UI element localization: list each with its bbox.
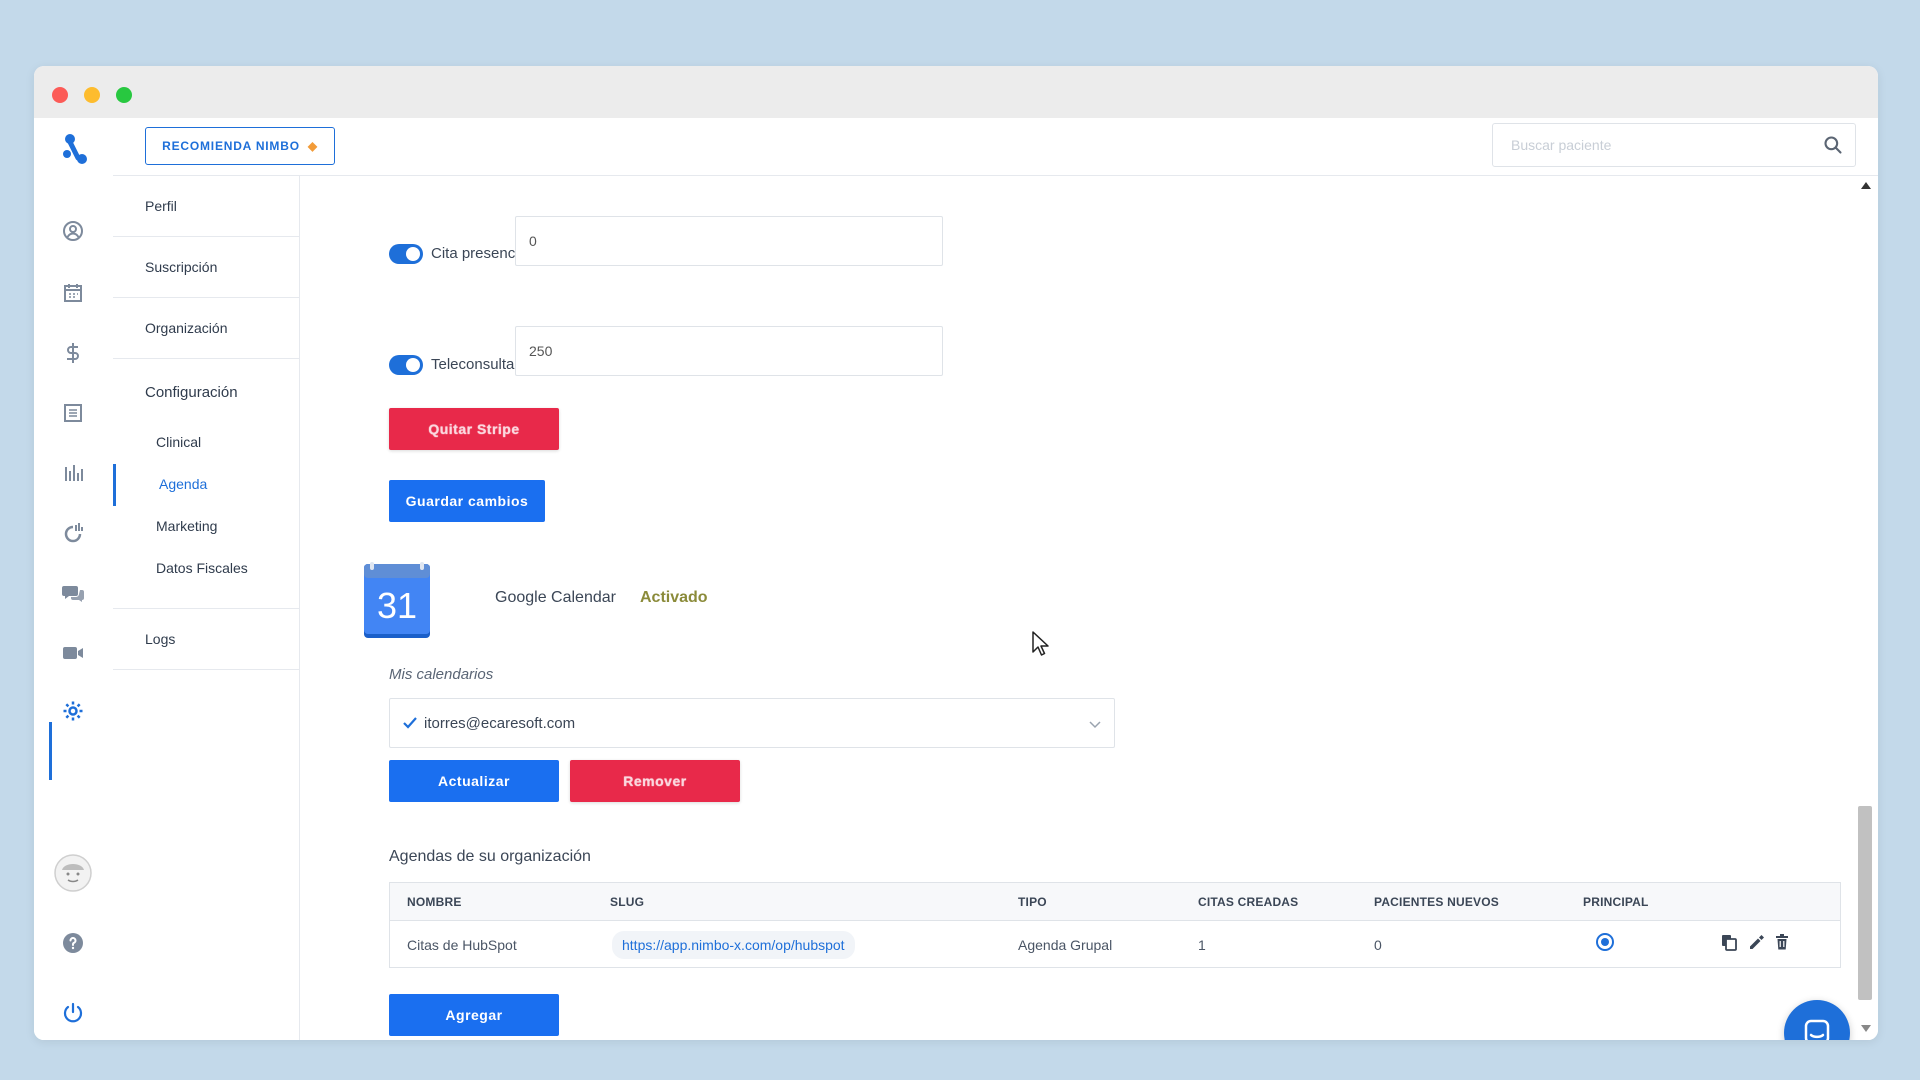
menu-item-label: Suscripción	[145, 259, 218, 275]
teleconsulta-label: Teleconsulta	[431, 356, 515, 373]
recommend-nimbo-button[interactable]: RECOMIENDA NIMBO ◆	[145, 127, 335, 165]
top-header: RECOMIENDA NIMBO ◆	[113, 118, 1878, 176]
edit-icon[interactable]	[1747, 933, 1765, 951]
column-header-slug: Slug	[610, 895, 645, 909]
icon-rail	[34, 118, 113, 1040]
column-header-nombre: Nombre	[407, 895, 462, 909]
calendar-icon[interactable]	[56, 276, 90, 310]
rail-active-indicator	[49, 722, 52, 780]
agregar-button[interactable]: Agregar	[389, 994, 559, 1036]
trash-icon[interactable]	[1773, 933, 1791, 951]
menu-item-label: Logs	[145, 631, 176, 647]
principal-radio[interactable]	[1596, 933, 1614, 951]
gear-icon[interactable]	[56, 694, 90, 728]
submenu-item-agenda[interactable]: Agenda	[159, 476, 207, 492]
remover-button[interactable]: Remover	[570, 760, 740, 802]
app: RECOMIENDA NIMBO ◆ Perfil Suscripción Or…	[34, 118, 1878, 1040]
agendas-section-title: Agendas de su organización	[389, 848, 591, 865]
dollar-icon[interactable]	[56, 336, 90, 370]
list-icon[interactable]	[56, 396, 90, 430]
chat-bubble-icon	[1804, 1019, 1830, 1040]
menu-item-organizacion[interactable]: Organización	[113, 298, 300, 358]
submenu-item-clinical[interactable]: Clinical	[156, 434, 201, 450]
copy-icon[interactable]	[1720, 933, 1738, 951]
google-calendar-icon: 31	[364, 562, 430, 638]
calendar-select[interactable]: itorres@ecaresoft.com	[389, 698, 1115, 748]
logo[interactable]	[58, 132, 90, 166]
menu-item-configuracion[interactable]: Configuración	[113, 372, 300, 412]
mis-calendarios-label: Mis calendarios	[389, 666, 494, 683]
search-box	[1492, 123, 1856, 167]
search-input[interactable]	[1493, 124, 1793, 166]
search-icon[interactable]	[1823, 135, 1843, 155]
guardar-cambios-button[interactable]: Guardar cambios	[389, 480, 545, 522]
selected-calendar: itorres@ecaresoft.com	[424, 715, 576, 732]
menu-divider	[113, 669, 300, 670]
pie-chart-icon[interactable]	[56, 516, 90, 550]
menu-item-label: Organización	[145, 320, 228, 336]
cell-citas-creadas: 1	[1198, 937, 1206, 953]
settings-menu: Perfil Suscripción Organización Configur…	[113, 176, 300, 1040]
fire-icon: ◆	[307, 139, 318, 153]
agenda-settings-content: Cita presencial Teleconsulta Quitar Stri…	[300, 176, 1874, 1040]
scroll-thumb[interactable]	[1858, 806, 1872, 1000]
check-icon	[403, 717, 417, 729]
chevron-down-icon	[1089, 721, 1101, 729]
recommend-nimbo-label: RECOMIENDA NIMBO	[162, 139, 300, 153]
column-header-pacientes-nuevos: Pacientes nuevos	[1374, 895, 1499, 909]
actualizar-button[interactable]: Actualizar	[389, 760, 559, 802]
menu-item-label: Configuración	[145, 383, 238, 401]
google-calendar-day: 31	[377, 585, 417, 626]
menu-item-suscripcion[interactable]: Suscripción	[113, 237, 300, 297]
cell-nombre: Citas de HubSpot	[407, 937, 517, 953]
table-header: Nombre Slug Tipo Citas creadas Pacientes…	[390, 883, 1840, 921]
agendas-table: Nombre Slug Tipo Citas creadas Pacientes…	[389, 882, 1841, 968]
column-header-principal: Principal	[1583, 895, 1649, 909]
cell-tipo: Agenda Grupal	[1018, 937, 1113, 953]
video-icon[interactable]	[56, 636, 90, 670]
cell-slug-link[interactable]: https://app.nimbo-x.com/op/hubspot	[612, 931, 855, 959]
submenu-item-marketing[interactable]: Marketing	[156, 518, 217, 534]
submenu-item-datos-fiscales[interactable]: Datos Fiscales	[156, 560, 248, 576]
column-header-citas-creadas: Citas creadas	[1198, 895, 1299, 909]
cita-presencial-price-input[interactable]	[515, 216, 943, 266]
bar-chart-icon[interactable]	[56, 456, 90, 490]
power-icon[interactable]	[56, 996, 90, 1030]
cell-pacientes-nuevos: 0	[1374, 937, 1382, 953]
menu-item-logs[interactable]: Logs	[113, 609, 300, 669]
title-bar	[34, 66, 1878, 118]
user-icon[interactable]	[56, 214, 90, 248]
column-header-tipo: Tipo	[1018, 895, 1047, 909]
menu-item-perfil[interactable]: Perfil	[113, 176, 300, 236]
submenu-active-indicator	[113, 464, 116, 506]
help-icon[interactable]	[56, 926, 90, 960]
scroll-down-arrow[interactable]	[1861, 1025, 1871, 1032]
chat-icon[interactable]	[56, 576, 90, 610]
cita-presencial-toggle[interactable]	[389, 244, 423, 264]
menu-divider	[113, 358, 300, 359]
teleconsulta-price-input[interactable]	[515, 326, 943, 376]
close-window-button[interactable]	[52, 87, 68, 103]
avatar[interactable]	[54, 854, 92, 892]
google-calendar-title: Google Calendar	[495, 589, 616, 606]
scroll-up-arrow[interactable]	[1861, 182, 1871, 189]
teleconsulta-toggle[interactable]	[389, 355, 423, 375]
quitar-stripe-button[interactable]: Quitar Stripe	[389, 408, 559, 450]
minimize-window-button[interactable]	[84, 87, 100, 103]
vertical-scrollbar[interactable]	[1858, 182, 1872, 1032]
mouse-cursor-icon	[1032, 631, 1049, 656]
google-calendar-status: Activado	[640, 589, 708, 606]
app-window: RECOMIENDA NIMBO ◆ Perfil Suscripción Or…	[34, 66, 1878, 1040]
menu-item-label: Perfil	[145, 198, 177, 214]
maximize-window-button[interactable]	[116, 87, 132, 103]
